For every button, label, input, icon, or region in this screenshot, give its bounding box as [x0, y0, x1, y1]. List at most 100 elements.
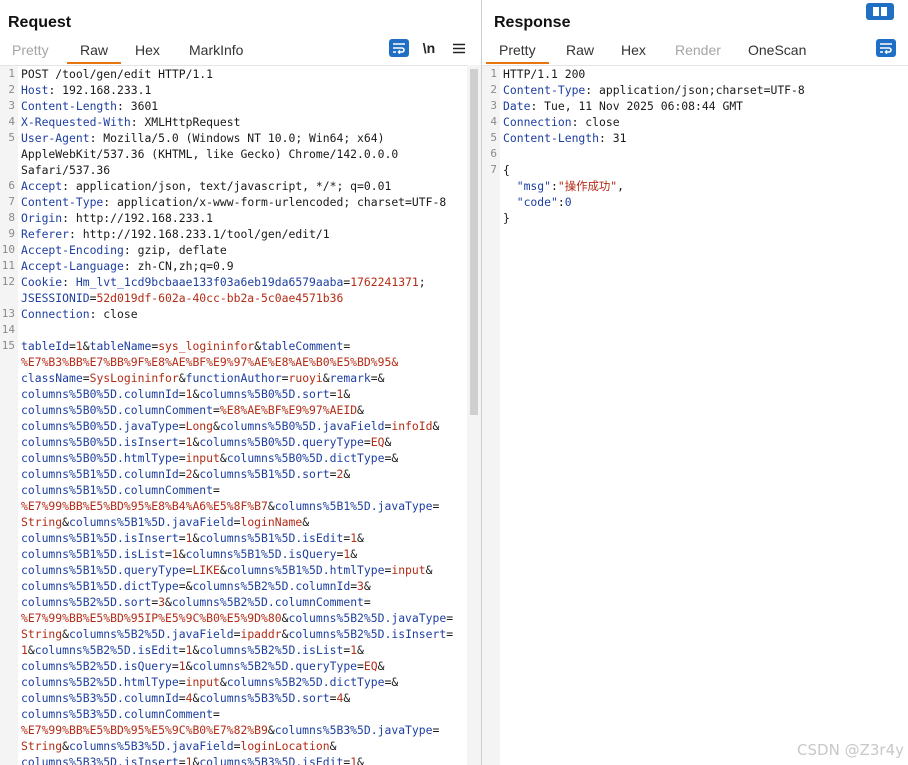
response-editor[interactable]: 1 HTTP/1.1 200 2 Content-Type: application/…: [482, 65, 908, 765]
menu-icon[interactable]: [449, 39, 469, 57]
param-key: columns%5B0%5D.dictType: [226, 451, 385, 465]
header-value: Mozilla/5.0 (Windows NT 10.0; Win64; x64…: [103, 131, 385, 145]
request-editor[interactable]: 1 POST /tool/gen/edit HTTP/1.1 2 Host: 192.…: [0, 65, 481, 765]
line-text: {: [503, 163, 510, 177]
response-tab-pretty[interactable]: Pretty: [486, 40, 549, 64]
separator: :: [69, 227, 83, 241]
response-line: 1 HTTP/1.1 200: [482, 66, 908, 82]
line-content: Content-Type: application/json;charset=U…: [500, 82, 908, 98]
param-value: loginName: [240, 515, 303, 529]
header-name: Host: [21, 83, 49, 97]
separator: &: [213, 419, 220, 433]
request-line: String&columns%5B1%5D.javaField=loginNam…: [0, 514, 481, 530]
param-key: columns%5B3%5D.columnId: [21, 691, 179, 705]
line-content: Connection: close: [18, 306, 481, 322]
line-content: Safari/537.36: [18, 162, 481, 178]
header-name: Accept: [21, 179, 63, 193]
request-tab-markinfo[interactable]: MarkInfo: [189, 40, 243, 62]
request-pane: Request Pretty Raw Hex MarkInfo \n 1 POST…: [0, 0, 481, 765]
param-key: columns%5B0%5D.sort: [199, 387, 330, 401]
request-line: %E7%99%BB%E5%BD%95%E5%9C%B0%E7%82%B9&col…: [0, 722, 481, 738]
header-value: 31: [612, 131, 627, 145]
separator: ;: [418, 275, 426, 289]
request-tab-pretty[interactable]: Pretty: [12, 40, 49, 62]
request-tab-raw[interactable]: Raw: [66, 40, 122, 64]
line-number: 1: [8, 67, 15, 80]
separator: &: [357, 403, 364, 417]
request-tab-hex[interactable]: Hex: [135, 40, 160, 62]
response-line: 3 Date: Tue, 11 Nov 2025 06:08:44 GMT: [482, 98, 908, 114]
separator: :: [89, 307, 104, 321]
param-key: columns%5B2%5D.isQuery: [21, 659, 172, 673]
line-number: [0, 498, 18, 514]
line-content: String&columns%5B1%5D.javaField=loginNam…: [18, 514, 481, 530]
request-scroll-thumb[interactable]: [470, 69, 478, 415]
param-value: input: [185, 451, 220, 465]
param-value: 3: [158, 595, 166, 609]
line-content: Referer: http://192.168.233.1/tool/gen/e…: [18, 226, 481, 242]
separator: :: [117, 99, 131, 113]
line-number: [0, 690, 18, 706]
request-line: %E7%B3%BB%E7%BB%9F%E8%AE%BF%E9%97%AE%E8%…: [0, 354, 481, 370]
separator: &: [62, 515, 70, 529]
param-key: columns%5B1%5D.queryType: [21, 563, 186, 577]
param-value: input: [391, 563, 426, 577]
request-title: Request: [8, 14, 72, 31]
line-content: Host: 192.168.233.1: [18, 82, 481, 98]
line-content: columns%5B0%5D.htmlType=input&columns%5B…: [18, 450, 481, 466]
response-title: Response: [494, 14, 571, 31]
param-value: %E7%B3%BB%E7%BB%9F%E8%AE%BF%E9%97%AE%E8%…: [21, 355, 399, 369]
header-name: Accept-Language: [21, 259, 124, 273]
param-key: columns%5B1%5D.isEdit: [199, 531, 344, 545]
param-value: EQ: [363, 659, 378, 673]
line-text: AppleWebKit/537.36 (KHTML, like Gecko) C…: [21, 147, 399, 161]
separator: =: [343, 339, 351, 353]
line-number: 5: [8, 131, 15, 144]
line-content: AppleWebKit/537.36 (KHTML, like Gecko) C…: [18, 146, 481, 162]
separator: =: [357, 659, 364, 673]
show-newlines-icon[interactable]: \n: [419, 39, 439, 57]
response-tab-onescan[interactable]: OneScan: [748, 40, 806, 62]
separator: ,: [617, 179, 625, 193]
line-content: columns%5B1%5D.columnComment=: [18, 482, 481, 498]
line-number: 4: [8, 115, 15, 128]
param-key: columns%5B2%5D.javaType: [288, 611, 447, 625]
line-content: String&columns%5B2%5D.javaField=ipaddr&c…: [18, 626, 481, 642]
separator: =: [213, 403, 220, 417]
line-content: JSESSIONID=52d019df-602a-40cc-bb2a-5c0ae…: [18, 290, 481, 306]
header-name: Connection: [503, 115, 572, 129]
request-scrollbar[interactable]: [467, 65, 481, 765]
word-wrap-icon[interactable]: [389, 39, 409, 57]
separator: =: [446, 611, 454, 625]
line-content: columns%5B0%5D.columnId=1&columns%5B0%5D…: [18, 386, 481, 402]
response-tab-hex[interactable]: Hex: [621, 40, 646, 62]
layout-toggle-icon[interactable]: [866, 3, 894, 20]
response-tab-raw[interactable]: Raw: [566, 40, 594, 62]
separator: :: [62, 275, 76, 289]
separator: =: [178, 467, 186, 481]
line-number: 1: [490, 67, 497, 80]
request-line: columns%5B2%5D.htmlType=input&columns%5B…: [0, 674, 481, 690]
request-line: 3 Content-Length: 3601: [0, 98, 481, 114]
header-name: Content-Length: [503, 131, 600, 145]
line-number: 7: [490, 163, 497, 176]
line-content: columns%5B2%5D.sort = 3&columns%5B2%5D.col…: [18, 594, 481, 610]
param-key: remark: [329, 371, 371, 385]
response-word-wrap-icon[interactable]: [876, 39, 896, 57]
param-key: columns%5B1%5D.isQuery: [185, 547, 337, 561]
separator: :: [585, 83, 600, 97]
separator: =: [178, 675, 186, 689]
param-key: columns%5B1%5D.isInsert: [21, 531, 179, 545]
line-content: 1&columns%5B2%5D.isEdit=1&columns%5B2%5D…: [18, 642, 481, 658]
param-key: columns%5B1%5D.sort: [199, 467, 330, 481]
header-value: application/x-www-form-urlencoded; chars…: [117, 195, 447, 209]
separator: :: [62, 211, 76, 225]
line-content: Date: Tue, 11 Nov 2025 06:08:44 GMT: [500, 98, 908, 114]
separator: :: [62, 179, 76, 193]
line-content: %E7%99%BB%E5%BD%95IP%E5%9C%B0%E5%9D%80&c…: [18, 610, 481, 626]
separator: &: [357, 755, 364, 765]
header-name: Referer: [21, 227, 70, 241]
line-number: [0, 386, 18, 402]
separator: :: [530, 99, 545, 113]
param-key: tableComment: [261, 339, 344, 353]
